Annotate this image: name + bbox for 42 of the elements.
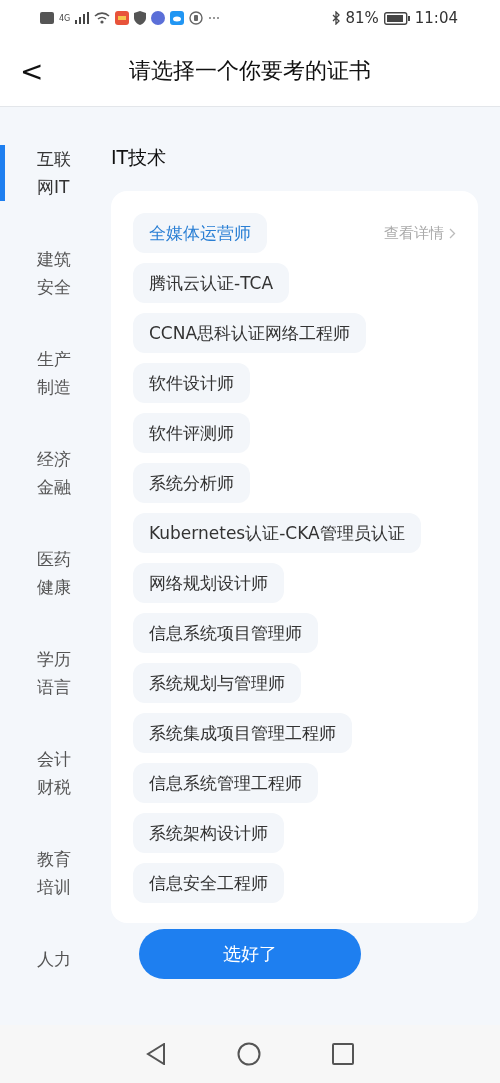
recent-apps-icon[interactable]: [332, 1043, 355, 1065]
certificate-option[interactable]: 腾讯云认证-TCA: [133, 263, 290, 303]
category-tab[interactable]: 互联网IT: [0, 145, 71, 201]
category-tab[interactable]: 医药健康: [0, 545, 71, 601]
home-nav-icon[interactable]: [237, 1042, 261, 1066]
bluetooth-icon: [332, 11, 341, 25]
category-tab[interactable]: 教育培训: [0, 845, 71, 901]
more-icon: [208, 16, 221, 20]
clock-time: 11:04: [414, 9, 458, 27]
battery-icon: [383, 11, 410, 25]
shield-icon: [134, 11, 147, 25]
app-icon: [115, 11, 130, 25]
category-tab[interactable]: 人力: [0, 945, 71, 973]
certificate-option[interactable]: 网络规划设计师: [133, 563, 284, 603]
certificate-option[interactable]: 软件评测师: [133, 413, 250, 453]
category-tab[interactable]: 经济金融: [0, 445, 71, 501]
certificate-option[interactable]: 系统分析师: [133, 463, 250, 503]
certificate-option[interactable]: 系统架构设计师: [133, 813, 284, 853]
certificate-option[interactable]: Kubernetes认证-CKA管理员认证: [133, 513, 421, 553]
certificate-option[interactable]: 系统规划与管理师: [133, 663, 301, 703]
network-type: 4G: [59, 13, 71, 23]
signal-icon: [75, 12, 90, 24]
back-button[interactable]: <: [16, 54, 48, 88]
certificate-option[interactable]: 信息系统项目管理师: [133, 613, 318, 653]
certificate-option[interactable]: 信息系统管理工程师: [133, 763, 318, 803]
back-nav-icon[interactable]: [145, 1043, 166, 1065]
page-title: 请选择一个你要考的证书: [129, 57, 371, 85]
certificate-option[interactable]: 软件设计师: [133, 363, 250, 403]
category-tab[interactable]: 建筑安全: [0, 245, 71, 301]
confirm-button[interactable]: 选好了: [139, 929, 361, 979]
certificate-option[interactable]: 系统集成项目管理工程师: [133, 713, 352, 753]
chevron-right-icon: [449, 227, 456, 239]
category-tab[interactable]: 生产制造: [0, 345, 71, 401]
certificate-option[interactable]: 信息安全工程师: [133, 863, 284, 903]
category-tab[interactable]: 学历语言: [0, 645, 71, 701]
section-title: IT技术: [111, 145, 167, 170]
cloud-icon: [170, 11, 185, 25]
battery-percent: 81%: [345, 9, 379, 27]
category-tab[interactable]: 会计财税: [0, 745, 71, 801]
wifi-icon: [94, 12, 111, 24]
certificate-option[interactable]: 全媒体运营师: [133, 213, 267, 253]
certificate-option[interactable]: CCNA思科认证网络工程师: [133, 313, 367, 353]
